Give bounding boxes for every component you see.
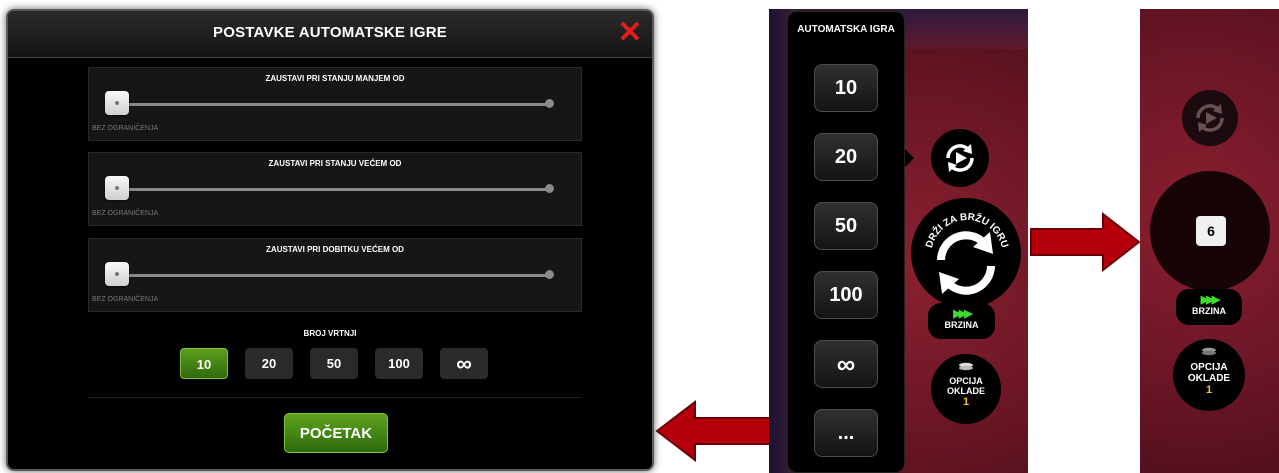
autoplay-20-button[interactable]: 20 (814, 133, 878, 181)
slider-handle[interactable] (105, 262, 129, 286)
speed-label: BRZINA (1192, 306, 1226, 316)
start-button[interactable]: POČETAK (284, 413, 388, 453)
autoplay-100-button[interactable]: 100 (814, 271, 878, 319)
bet-value: 1 (1205, 384, 1213, 396)
bet-label-line2: OKLADE (947, 386, 985, 396)
bet-value: 1 (962, 396, 970, 408)
remaining-spins-count: 6 (1196, 216, 1226, 246)
speed-label: BRZINA (944, 320, 979, 330)
spins-100-button[interactable]: 100 (375, 348, 423, 379)
autoplay-menu-title: AUTOMATSKA IGRA (797, 24, 895, 35)
fast-forward-icon: ▶▶▶ (953, 308, 972, 320)
stop-win-above-slider: ZAUSTAVI PRI DOBITKU VEĆEM OD BEZ OGRANI… (88, 238, 582, 312)
autoplay-button[interactable] (931, 129, 989, 187)
autoplay-menu-panel: AUTOMATSKA IGRA 10 20 50 100 ∞ ... DRŽI … (769, 9, 1028, 473)
stop-balance-below-slider: ZAUSTAVI PRI STANJU MANJEM OD BEZ OGRANI… (88, 67, 582, 141)
autoplay-running-panel: 6 ▶▶▶ BRZINA OPCIJA OKLADE 1 (1140, 9, 1279, 473)
spins-10-button[interactable]: 10 (180, 348, 228, 379)
bet-label-line2: OKLADE (1187, 373, 1231, 384)
bet-label-line1: OPCIJA (1190, 362, 1228, 373)
speed-button[interactable]: ▶▶▶ BRZINA (928, 303, 995, 339)
spins-20-button[interactable]: 20 (245, 348, 293, 379)
autoplay-icon (946, 144, 974, 172)
spin-icon: DRŽI ZA BRŽU IGRU (924, 211, 1010, 295)
chips-icon (959, 362, 973, 371)
autoplay-10-button[interactable]: 10 (814, 64, 878, 112)
bet-label-line1: OPCIJA (949, 376, 983, 386)
slider-value-label: BEZ OGRANIČENJA (92, 125, 159, 132)
autoplay-icon (1196, 104, 1224, 132)
slider-label: ZAUSTAVI PRI STANJU MANJEM OD (265, 74, 405, 83)
close-x-icon[interactable]: ✕ (616, 18, 644, 48)
menu-pointer (905, 149, 914, 167)
autoplay-50-button[interactable]: 50 (814, 202, 878, 250)
slider-end-marker (545, 270, 554, 279)
bet-options-button[interactable]: OPCIJA OKLADE 1 (1173, 339, 1245, 411)
spins-infinite-button[interactable]: ∞ (440, 348, 488, 379)
spin-hold-text: DRŽI ZA BRŽU IGRU (924, 211, 1010, 249)
stop-balance-above-slider: ZAUSTAVI PRI STANJU VEĆEM OD BEZ OGRANIČ… (88, 152, 582, 226)
arrow-right-icon (1030, 212, 1141, 272)
dialog-title: POSTAVKE AUTOMATSKE IGRE (213, 24, 447, 41)
slider-value-label: BEZ OGRANIČENJA (92, 296, 159, 303)
slider-handle[interactable] (105, 91, 129, 115)
speed-button[interactable]: ▶▶▶ BRZINA (1176, 289, 1242, 325)
spins-count-label: BROJ VRTNJI (303, 329, 357, 338)
slider-label: ZAUSTAVI PRI STANJU VEĆEM OD (268, 159, 402, 168)
autoplay-options-menu: AUTOMATSKA IGRA 10 20 50 100 ∞ ... (787, 11, 905, 473)
slider-handle[interactable] (105, 176, 129, 200)
dialog-header: POSTAVKE AUTOMATSKE IGRE ✕ (8, 11, 652, 58)
autoplay-settings-dialog: POSTAVKE AUTOMATSKE IGRE ✕ ZAUSTAVI PRI … (6, 9, 654, 471)
slider-track[interactable] (117, 274, 549, 277)
svg-text:DRŽI ZA BRŽU IGRU: DRŽI ZA BRŽU IGRU (924, 211, 1010, 249)
spin-button[interactable]: DRŽI ZA BRŽU IGRU (911, 198, 1021, 308)
autoplay-more-button[interactable]: ... (814, 409, 878, 457)
fast-forward-icon: ▶▶▶ (1200, 294, 1220, 306)
chips-icon (1202, 347, 1216, 356)
autoplay-button[interactable] (1182, 90, 1238, 146)
slider-end-marker (545, 184, 554, 193)
spins-50-button[interactable]: 50 (310, 348, 358, 379)
slider-label: ZAUSTAVI PRI DOBITKU VEĆEM OD (266, 245, 404, 254)
slider-value-label: BEZ OGRANIČENJA (92, 210, 159, 217)
bet-options-button[interactable]: OPCIJA OKLADE 1 (931, 354, 1001, 424)
remaining-spins-button[interactable]: 6 (1150, 171, 1270, 291)
autoplay-infinite-button[interactable]: ∞ (814, 340, 878, 388)
slider-track[interactable] (117, 188, 549, 191)
divider (88, 397, 582, 398)
slider-track[interactable] (117, 103, 549, 106)
slider-end-marker (545, 99, 554, 108)
